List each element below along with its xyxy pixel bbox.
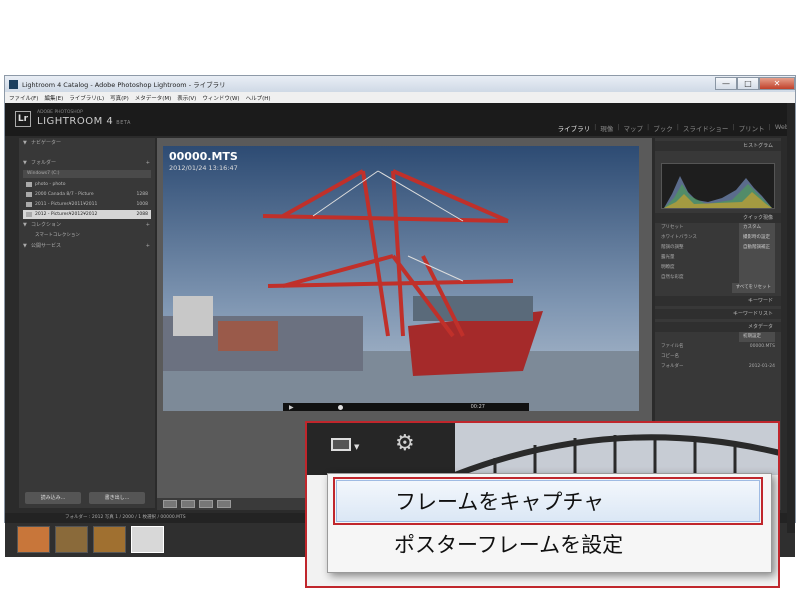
qd-row[interactable]: プリセット カスタム xyxy=(655,223,781,233)
grid-view-icon[interactable] xyxy=(163,500,177,508)
folder-row-selected[interactable]: 2012 - Pictures¥2012¥2012 2088 xyxy=(23,210,151,219)
qd-row[interactable]: 自然な彩度 xyxy=(655,273,781,283)
menu-photo[interactable]: 写真(P) xyxy=(110,94,129,102)
folder-row[interactable]: 2011 - Pictures¥2011¥2011 1008 xyxy=(23,200,151,209)
navigator-preview xyxy=(23,148,151,158)
set-poster-frame-item[interactable]: ポスターフレームを設定 xyxy=(336,524,760,566)
reset-all-button[interactable]: すべてをリセット xyxy=(655,283,781,293)
title-bar: Lightroom 4 Catalog - Adobe Photoshop Li… xyxy=(5,76,795,92)
module-book[interactable]: ブック xyxy=(653,123,673,133)
menu-bar: ファイル(F) 編集(E) ライブラリ(L) 写真(P) メタデータ(M) 表示… xyxy=(5,92,795,103)
histogram-graph xyxy=(664,176,772,208)
folders-header[interactable]: ▼ フォルダー + xyxy=(19,158,155,168)
video-controls-zoom: ▼ ⚙ xyxy=(307,423,455,475)
histogram xyxy=(661,163,775,209)
volume-bar[interactable]: Windows7 (C:) xyxy=(23,170,151,178)
folder-row[interactable]: 2000 Canada 8/7 - Picture 1288 xyxy=(23,190,151,199)
metadata-row: コピー名 xyxy=(661,354,679,359)
loupe-view-icon[interactable] xyxy=(181,500,195,508)
maximize-button[interactable]: □ xyxy=(737,77,759,90)
menu-metadata[interactable]: メタデータ(M) xyxy=(135,94,172,102)
module-picker: ライブラリ | 現像 | マップ | ブック | スライドショー | プリント | Web xyxy=(557,123,789,133)
bridge-arch-photo xyxy=(453,434,778,478)
video-frame: 00000.MTS 2012/01/24 13:16:47 ▶ 00:27 xyxy=(163,146,639,411)
metadata-header[interactable]: メタデータ xyxy=(655,322,781,332)
import-button[interactable]: 読み込み... xyxy=(25,492,81,504)
filmstrip-thumbnail-selected[interactable] xyxy=(131,526,164,553)
video-controls: ▶ 00:27 xyxy=(283,403,529,411)
close-button[interactable]: ✕ xyxy=(759,77,795,90)
filmstrip-thumbnail[interactable] xyxy=(17,526,50,553)
lr-logo: Lr xyxy=(15,111,31,127)
compare-view-icon[interactable] xyxy=(199,500,213,508)
histogram-header[interactable]: ヒストグラム xyxy=(655,141,781,151)
menu-window[interactable]: ウィンドウ(W) xyxy=(202,94,239,102)
metadata-preset[interactable]: 初期設定 xyxy=(655,332,781,342)
keyword-list-header[interactable]: キーワードリスト xyxy=(655,309,781,319)
keywording-header[interactable]: キーワード xyxy=(655,296,781,306)
survey-view-icon[interactable] xyxy=(217,500,231,508)
metadata-row: フォルダー 2012-01-24 xyxy=(661,364,775,369)
play-icon[interactable]: ▶ xyxy=(289,404,294,411)
menu-file[interactable]: ファイル(F) xyxy=(9,94,38,102)
publish-services-header[interactable]: ▼ 公開サービス + xyxy=(19,241,155,251)
frame-icon[interactable] xyxy=(331,438,351,451)
window-title: Lightroom 4 Catalog - Adobe Photoshop Li… xyxy=(22,81,226,89)
capture-frame-item[interactable]: フレームをキャプチャ xyxy=(336,480,760,522)
app-icon xyxy=(9,79,18,89)
clip-filename: 00000.MTS xyxy=(169,150,238,163)
filmstrip-thumbnail[interactable] xyxy=(55,526,88,553)
module-slideshow[interactable]: スライドショー xyxy=(683,123,729,133)
gear-icon[interactable]: ⚙ xyxy=(395,433,415,455)
module-map[interactable]: マップ xyxy=(624,123,644,133)
lightroom-header: Lr ADOBE PHOTOSHOP LIGHTROOM 4 BETA ライブラリ… xyxy=(5,103,795,136)
qd-row[interactable]: 明瞭度 xyxy=(655,263,781,273)
port-crane-photo xyxy=(163,146,639,411)
qd-row[interactable]: 露光量 xyxy=(655,253,781,263)
quick-develop-header[interactable]: クイック現像 xyxy=(655,213,781,223)
metadata-row: ファイル名 00000.MTS xyxy=(661,344,775,349)
filmstrip-thumbnail[interactable] xyxy=(93,526,126,553)
module-library[interactable]: ライブラリ xyxy=(558,123,591,133)
navigator-header[interactable]: ▼ ナビゲーター xyxy=(19,138,155,148)
collections-header[interactable]: ▼ コレクション + xyxy=(19,220,155,230)
video-time: 00:27 xyxy=(470,404,485,410)
scrubber-handle[interactable] xyxy=(338,405,343,410)
menu-help[interactable]: ヘルプ(H) xyxy=(246,94,271,102)
vertical-scrollbar[interactable] xyxy=(787,103,795,533)
zoomed-callout: ▼ ⚙ フレームをキャプチャ ポスターフレームを設定 xyxy=(305,421,780,588)
qd-row[interactable]: ホワイトバランス 撮影時の設定 xyxy=(655,233,781,243)
module-develop[interactable]: 現像 xyxy=(600,123,613,133)
qd-row[interactable]: 階調の調整 自動階調補正 xyxy=(655,243,781,253)
frame-context-menu: フレームをキャプチャ ポスターフレームを設定 xyxy=(327,473,772,573)
clip-datetime: 2012/01/24 13:16:47 xyxy=(169,164,238,172)
export-button[interactable]: 書き出し... xyxy=(89,492,145,504)
smart-collection-row[interactable]: スマートコレクション xyxy=(23,231,151,240)
lr-subtitle: ADOBE PHOTOSHOP xyxy=(37,110,83,115)
photo-background xyxy=(453,423,778,478)
minimize-button[interactable]: — xyxy=(715,77,737,90)
left-panel: ▼ ナビゲーター ▼ フォルダー + Windows7 (C:) photo - ph… xyxy=(19,138,155,508)
menu-edit[interactable]: 編集(E) xyxy=(44,94,63,102)
menu-view[interactable]: 表示(V) xyxy=(177,94,196,102)
lr-product-name: LIGHTROOM 4 BETA xyxy=(37,116,131,127)
folder-row[interactable]: photo - photo xyxy=(23,180,151,189)
menu-library[interactable]: ライブラリ(L) xyxy=(69,94,104,102)
chevron-down-icon[interactable]: ▼ xyxy=(354,443,359,451)
module-print[interactable]: プリント xyxy=(739,123,765,133)
